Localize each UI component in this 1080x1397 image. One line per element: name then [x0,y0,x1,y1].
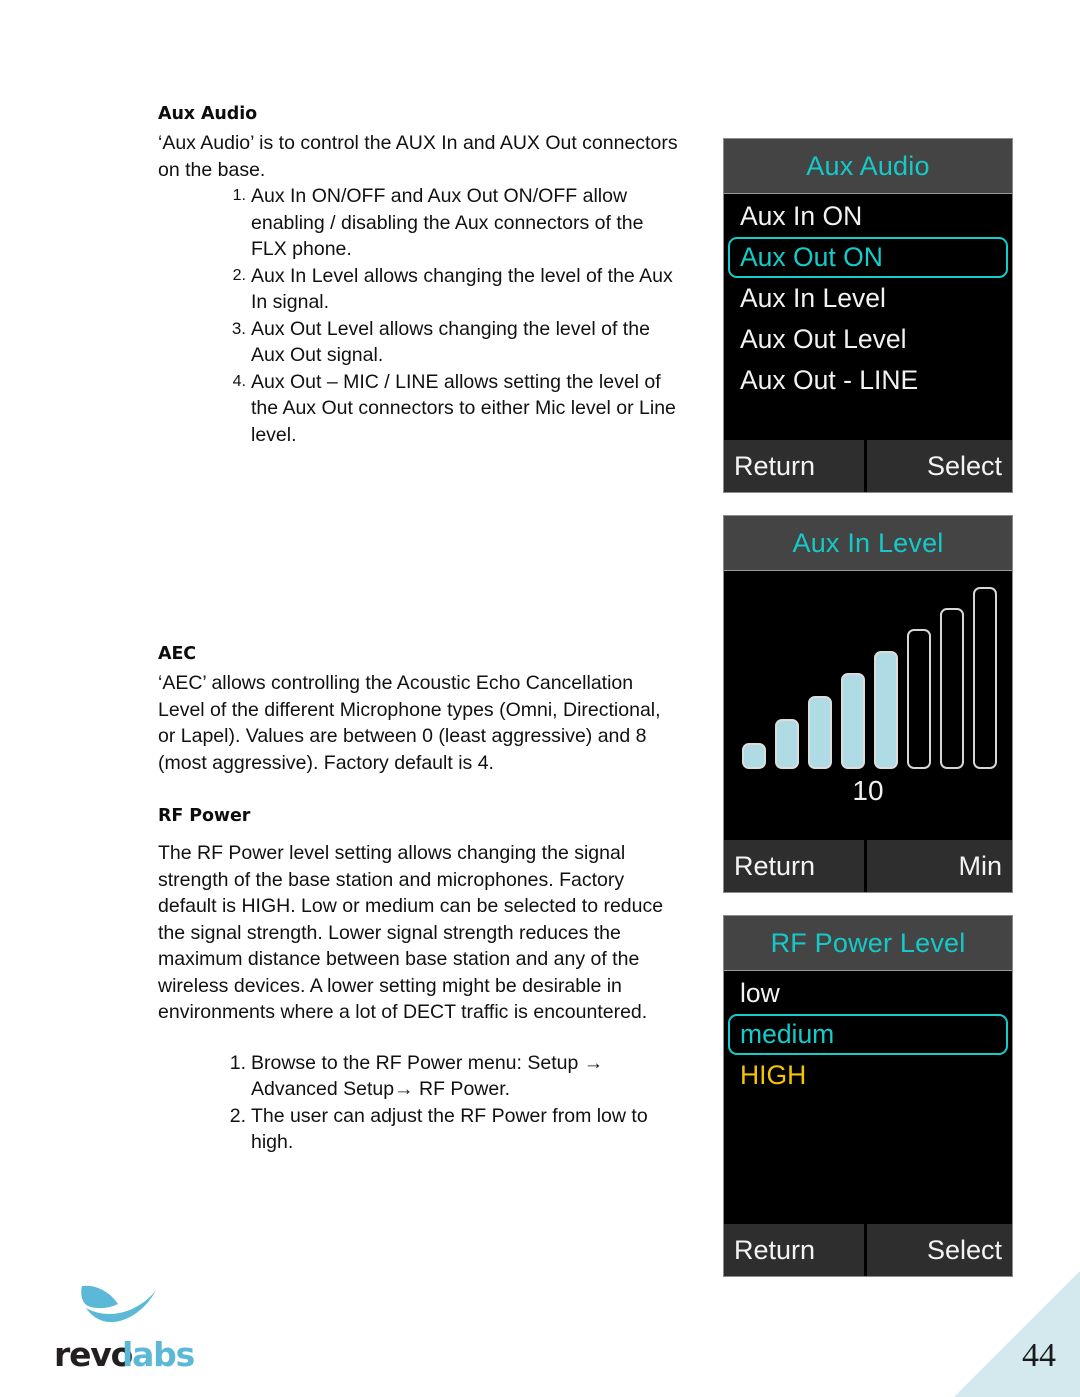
list-item-number: 2. [232,266,246,284]
device-screen-rf-power-level: RF Power Level low medium HIGH Return Se… [723,915,1013,1277]
softkey-return[interactable]: Return [724,1224,864,1276]
level-bar-5 [873,651,898,769]
menu-list: low medium HIGH [724,971,1012,1096]
corner-triangle [954,1271,1080,1397]
list-item: 2. The user can adjust the RF Power from… [158,1103,678,1156]
section-heading-rf-power: RF Power [158,806,251,826]
document-body: Aux Audio ‘Aux Audio’ is to control the … [158,104,678,1156]
list-item: 1. Browse to the RF Power menu: Setup → … [158,1050,678,1103]
softkey-min[interactable]: Min [867,840,1012,892]
list-item-number: 1. [232,187,246,204]
device-screen-aux-audio: Aux Audio Aux In ON Aux Out ON Aux In Le… [723,138,1013,493]
menu-item-medium[interactable]: medium [728,1014,1008,1055]
device-screen-aux-in-level: Aux In Level 10 Return Min [723,515,1013,893]
list-item: 4. Aux Out – MIC / LINE allows setting t… [158,369,678,449]
menu-item-low[interactable]: low [728,973,1008,1014]
softkey-bar: Return Select [724,440,1012,492]
list-item-number: 3. [231,318,246,338]
menu-item-aux-out-on[interactable]: Aux Out ON [728,237,1008,278]
level-meter[interactable] [738,587,1000,769]
section-intro-aec: ‘AEC’ allows controlling the Acoustic Ec… [158,672,661,774]
section-heading-aec: AEC [158,644,197,664]
level-bar-7 [939,608,964,769]
device-screenshots: Aux Audio Aux In ON Aux Out ON Aux In Le… [723,138,1013,1277]
screen-body: low medium HIGH [724,971,1012,1224]
section-intro-rf-power: The RF Power level setting allows changi… [158,842,664,1023]
list-item: 3. Aux Out Level allows changing the lev… [158,316,678,369]
list-item-text: Aux Out – MIC / LINE allows setting the … [251,370,676,446]
list-item-number: 1. [229,1051,246,1074]
menu-item-high[interactable]: HIGH [728,1055,1008,1096]
softkey-select[interactable]: Select [867,1224,1012,1276]
softkey-return[interactable]: Return [724,840,864,892]
softkey-bar: Return Select [724,1224,1012,1276]
menu-list: Aux In ON Aux Out ON Aux In Level Aux Ou… [724,194,1012,401]
list-item-text: Aux In Level allows changing the level o… [251,264,673,314]
bird-swoosh-icon [81,1285,156,1323]
section-intro-aux-audio: ‘Aux Audio’ is to control the AUX In and… [158,132,678,181]
level-bar-3 [807,696,832,769]
screen-body: Aux In ON Aux Out ON Aux In Level Aux Ou… [724,194,1012,440]
list-item-number: 4. [232,372,246,390]
level-bar-2 [774,719,799,769]
menu-item-aux-in-level[interactable]: Aux In Level [728,278,1008,319]
revolabs-logo-svg: revo labs [54,1285,196,1374]
list-item-text: The user can adjust the RF Power from lo… [251,1104,648,1154]
logo-text-revo: revo [54,1335,133,1374]
page-number: 44 [1022,1337,1056,1374]
rf-power-list: 1. Browse to the RF Power menu: Setup → … [158,1050,678,1156]
level-bar-4 [840,673,865,769]
section-heading-aux-audio: Aux Audio [158,104,258,124]
level-bar-6 [906,629,931,769]
menu-item-aux-in-on[interactable]: Aux In ON [728,196,1008,237]
softkey-select[interactable]: Select [867,440,1012,492]
level-bar-8 [972,587,997,769]
list-item-text: Aux In ON/OFF and Aux Out ON/OFF allow e… [251,185,644,260]
aux-audio-list: 1. Aux In ON/OFF and Aux Out ON/OFF allo… [158,183,678,448]
screen-body: 10 [724,571,1012,840]
logo-text-labs: labs [122,1335,195,1374]
list-item-text: Aux Out Level allows changing the level … [251,317,650,367]
level-bar-1 [741,743,766,769]
menu-item-aux-out-level[interactable]: Aux Out Level [728,319,1008,360]
list-item-text: Browse to the RF Power menu: Setup → Adv… [251,1051,604,1101]
menu-item-aux-out-line[interactable]: Aux Out - LINE [728,360,1008,401]
level-value: 10 [852,775,884,806]
list-item-number: 2. [229,1104,246,1127]
list-item: 1. Aux In ON/OFF and Aux Out ON/OFF allo… [158,183,678,263]
revolabs-logo: revo labs [52,1282,212,1378]
screen-title: Aux In Level [724,516,1012,571]
screen-title: RF Power Level [724,916,1012,971]
softkey-return[interactable]: Return [724,440,864,492]
screen-title: Aux Audio [724,139,1012,194]
list-item: 2. Aux In Level allows changing the leve… [158,263,678,316]
softkey-bar: Return Min [724,840,1012,892]
